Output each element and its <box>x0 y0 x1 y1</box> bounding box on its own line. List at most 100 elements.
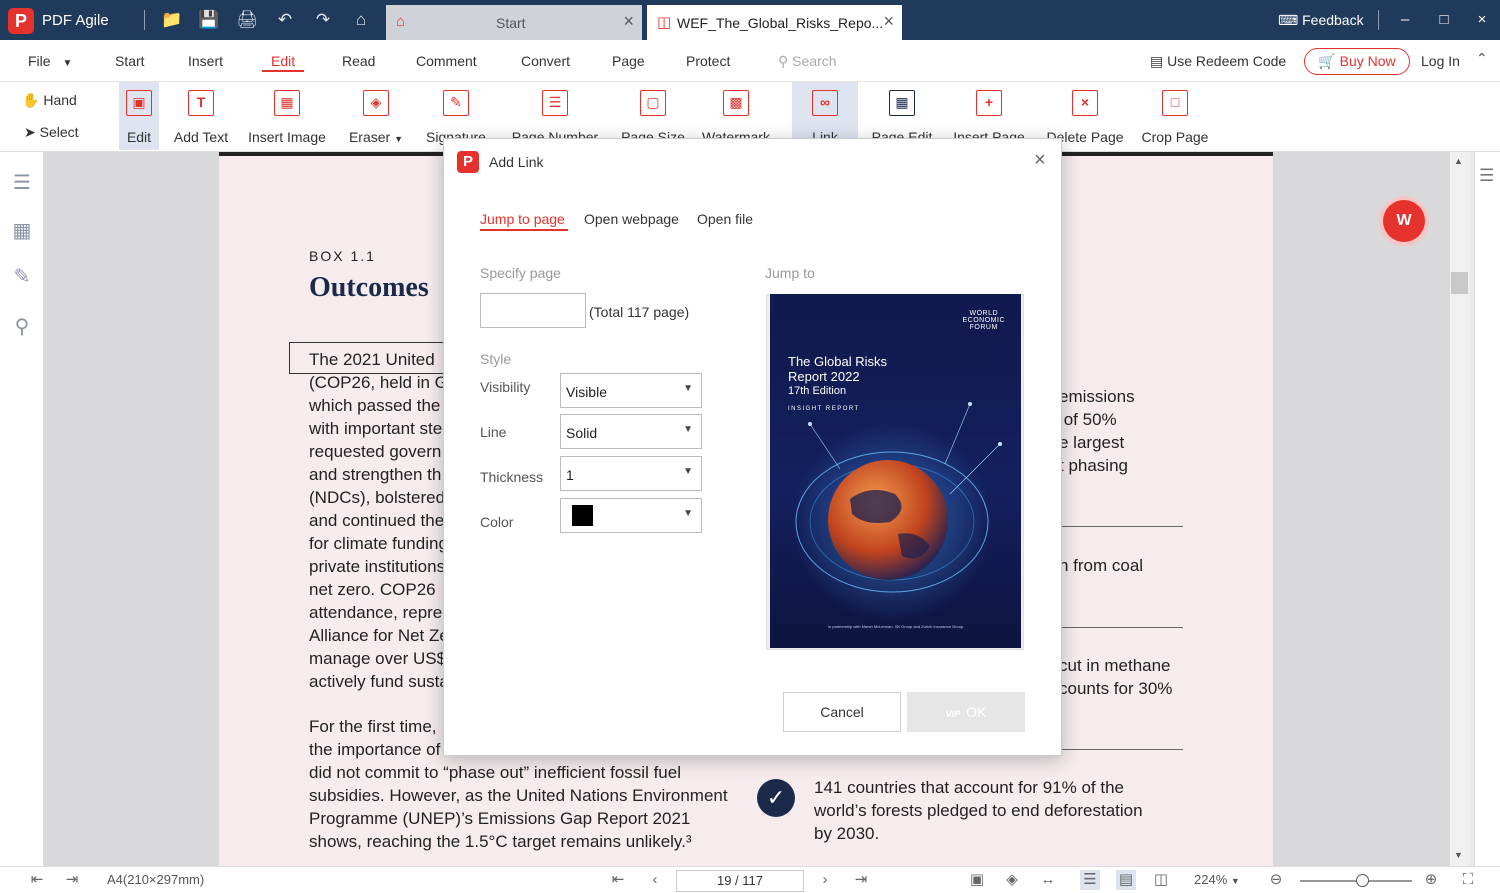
tool-insert-image[interactable]: ▦ Insert Image <box>244 82 330 150</box>
divider <box>1378 10 1379 30</box>
delete-page-icon: × <box>1072 90 1098 116</box>
minimize-icon[interactable]: – <box>1393 8 1417 32</box>
menu-protect[interactable]: Protect <box>686 53 730 69</box>
undo-icon[interactable]: ↶ <box>273 9 297 31</box>
fit-page-icon[interactable]: ◈ <box>1002 870 1022 890</box>
right-paragraph-2[interactable]: n from coal <box>1059 554 1143 577</box>
right-paragraph-1[interactable]: emissions of 50% e largest t phasing <box>1059 385 1135 477</box>
cancel-button[interactable]: Cancel <box>783 692 901 732</box>
caret-down-icon: ▼ <box>62 58 73 69</box>
scroll-up-icon[interactable]: ▲ <box>1454 156 1463 166</box>
continuous-view-icon[interactable]: ☰ <box>1080 870 1100 890</box>
hand-label: Hand <box>43 92 77 108</box>
thickness-label: Thickness <box>480 469 544 485</box>
outline-list-icon[interactable]: ☰ <box>10 172 34 194</box>
two-page-icon[interactable]: ◫ <box>1151 870 1171 890</box>
save-icon[interactable]: 💾 <box>197 9 221 31</box>
last-page-icon[interactable]: ⇥ <box>851 870 871 890</box>
ticket-icon: ▤ <box>1150 53 1164 69</box>
tab-jump-to-page[interactable]: Jump to page <box>480 211 565 227</box>
feedback-button[interactable]: ⌨ Feedback <box>1278 12 1364 29</box>
scrollbar-thumb[interactable] <box>1451 272 1468 294</box>
right-sidebar: ☰ <box>1474 152 1500 866</box>
line-value: Solid <box>566 425 598 441</box>
menu-insert[interactable]: Insert <box>188 53 223 69</box>
right-paragraph-3[interactable]: cut in methane counts for 30% <box>1059 654 1172 700</box>
print-icon[interactable]: 🖨 <box>235 9 259 31</box>
close-icon[interactable]: × <box>623 11 634 32</box>
settings-sliders-icon[interactable]: ☰ <box>1479 166 1494 186</box>
cursor-icon: ➤ <box>24 124 36 140</box>
zoom-value: 224% <box>1194 872 1228 887</box>
total-pages-label: (Total 117 page) <box>589 304 690 320</box>
tool-eraser[interactable]: ◈ Eraser ▼ <box>346 82 406 150</box>
vertical-scrollbar[interactable]: ▲ ▼ <box>1450 152 1470 866</box>
tab-document[interactable]: ◫ WEF_The_Global_Risks_Repo... × <box>647 5 902 40</box>
fullscreen-icon[interactable]: ⛶ <box>1458 870 1478 890</box>
search-panel-icon[interactable]: ⚲ <box>10 316 34 338</box>
close-icon[interactable]: × <box>883 11 894 32</box>
color-select[interactable]: ▼ <box>560 498 702 533</box>
scroll-down-icon[interactable]: ▼ <box>1454 850 1463 860</box>
chevron-up-icon[interactable]: ⌃ <box>1476 50 1488 67</box>
tool-edit[interactable]: ▣ Edit <box>119 82 159 150</box>
previous-view-icon[interactable]: ⇤ <box>27 870 47 890</box>
redo-icon[interactable]: ↷ <box>311 9 335 31</box>
menu-bar: File ▼ Start Insert Edit Read Comment Co… <box>0 40 1500 82</box>
add-text-icon: T <box>188 90 214 116</box>
maximize-icon[interactable]: □ <box>1432 8 1456 32</box>
page-number-input[interactable] <box>480 293 586 328</box>
select-tool[interactable]: ➤ Select <box>24 124 79 141</box>
page-size-label: A4(210×297mm) <box>107 872 205 887</box>
window-close-icon[interactable]: × <box>1470 8 1494 32</box>
link-icon: ∞ <box>812 90 838 116</box>
tool-crop-page[interactable]: □ Crop Page <box>1138 82 1212 150</box>
tab-open-file[interactable]: Open file <box>697 211 753 227</box>
visibility-select[interactable]: Visible ▼ <box>560 373 702 408</box>
zoom-dropdown[interactable]: 224% ▼ <box>1194 872 1240 887</box>
tab-open-webpage[interactable]: Open webpage <box>584 211 679 227</box>
hand-tool[interactable]: ✋ Hand <box>22 92 77 109</box>
zoom-out-icon[interactable]: ⊖ <box>1266 870 1286 890</box>
thumbnails-icon[interactable]: ▦ <box>10 220 34 242</box>
login-link[interactable]: Log In <box>1421 53 1460 69</box>
redeem-code-button[interactable]: ▤ Use Redeem Code <box>1150 53 1286 70</box>
next-page-icon[interactable]: › <box>815 870 835 890</box>
zoom-slider-handle[interactable] <box>1356 874 1369 887</box>
single-page-icon[interactable]: ▤ <box>1116 870 1136 890</box>
home-circle-icon[interactable]: ⌂ <box>349 9 373 31</box>
checkmark-icon: ✓ <box>757 779 795 817</box>
tool-add-text[interactable]: T Add Text <box>168 82 234 150</box>
actual-size-icon[interactable]: ▣ <box>967 870 987 890</box>
page-number-field[interactable]: 19 / 117 <box>676 870 804 892</box>
pdf-file-icon: ◫ <box>657 14 672 31</box>
close-icon[interactable]: × <box>1034 149 1046 172</box>
open-folder-icon[interactable]: 📁 <box>160 9 184 31</box>
thickness-value: 1 <box>566 467 574 483</box>
menu-edit[interactable]: Edit <box>271 53 295 69</box>
menu-file[interactable]: File ▼ <box>28 53 72 69</box>
annotations-icon[interactable]: ✎ <box>10 266 34 288</box>
buy-now-button[interactable]: 🛒 Buy Now <box>1304 48 1410 75</box>
thickness-select[interactable]: 1 ▼ <box>560 456 702 491</box>
next-view-icon[interactable]: ⇥ <box>62 870 82 890</box>
menu-read[interactable]: Read <box>342 53 375 69</box>
first-page-icon[interactable]: ⇤ <box>608 870 628 890</box>
convert-word-icon[interactable]: W <box>1383 200 1425 242</box>
search-input[interactable]: ⚲ Search <box>778 53 837 70</box>
app-logo-icon: P <box>457 151 479 173</box>
zoom-in-icon[interactable]: ⊕ <box>1421 870 1441 890</box>
tab-start[interactable]: ⌂ Start × <box>386 5 642 40</box>
menu-page[interactable]: Page <box>612 53 645 69</box>
menu-start[interactable]: Start <box>115 53 145 69</box>
ok-button[interactable]: VIP OK <box>907 692 1025 732</box>
line-select[interactable]: Solid ▼ <box>560 414 702 449</box>
fit-width-icon[interactable]: ↔ <box>1038 870 1058 890</box>
right-paragraph-4[interactable]: 141 countries that account for 91% of th… <box>814 776 1143 845</box>
previous-page-icon[interactable]: ‹ <box>645 870 665 890</box>
hand-icon: ✋ <box>22 92 40 108</box>
menu-comment[interactable]: Comment <box>416 53 477 69</box>
jump-to-label: Jump to <box>765 265 815 281</box>
body-paragraph-1[interactable]: The 2021 United (COP26, held in G which … <box>309 348 449 693</box>
menu-convert[interactable]: Convert <box>521 53 570 69</box>
